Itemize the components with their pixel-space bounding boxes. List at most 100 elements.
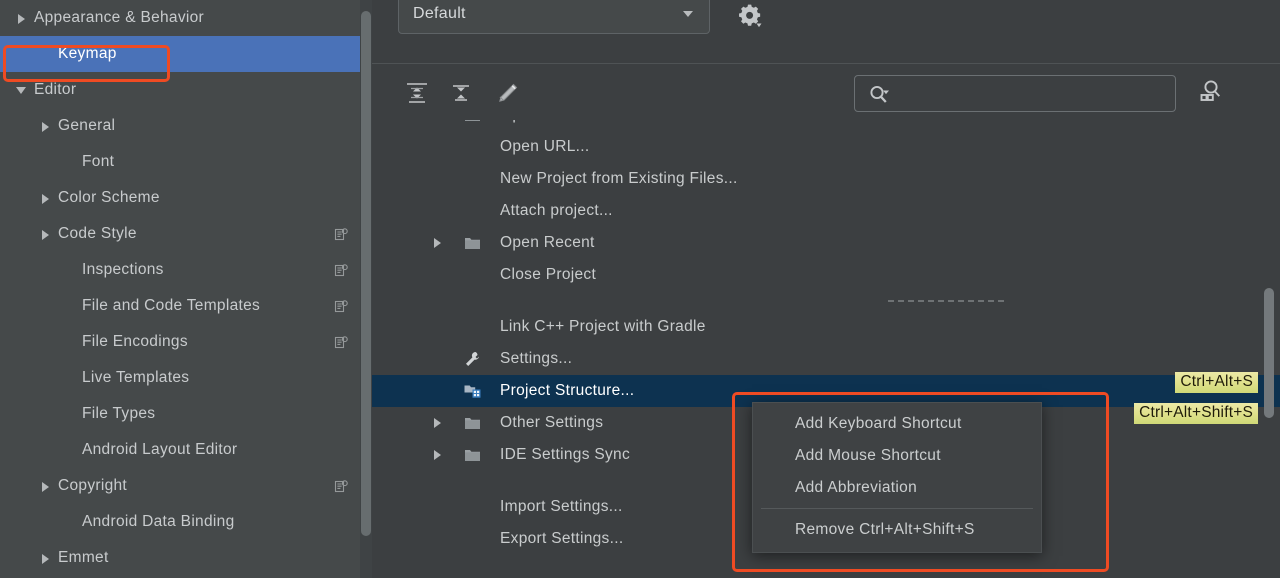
context-menu-item[interactable]: Add Keyboard Shortcut	[753, 408, 1041, 440]
keymap-scheme-bar: Default	[372, 0, 1280, 64]
action-tree-row[interactable]: Open URL...	[372, 131, 1280, 163]
shortcut-chip-project-structure: Ctrl+Alt+Shift+S	[1134, 403, 1258, 424]
action-tree-row-label: Close Project	[500, 266, 597, 283]
pencil-edit-icon[interactable]	[492, 78, 522, 108]
sidebar-item-label: Live Templates	[82, 369, 190, 386]
sidebar-item-appearance-behavior[interactable]: Appearance & Behavior	[0, 0, 372, 36]
chevron-right-icon[interactable]	[38, 550, 54, 566]
sidebar-item-general[interactable]: General	[0, 108, 372, 144]
context-menu-divider	[761, 508, 1033, 509]
action-tree-row-label: New Project from Existing Files...	[500, 170, 738, 187]
sidebar-item-inspections[interactable]: Inspections	[0, 252, 372, 288]
chevron-right-icon[interactable]	[38, 118, 54, 134]
keymap-scheme-select[interactable]: Default	[398, 0, 710, 34]
chevron-right-icon[interactable]	[38, 226, 54, 242]
sidebar-item-copyright[interactable]: Copyright	[0, 468, 372, 504]
action-tree-row-label: Open...	[500, 120, 553, 124]
sidebar-item-label: Android Data Binding	[82, 513, 235, 530]
action-tree-row-label: Open Recent	[500, 234, 595, 251]
configurable-settings-icon	[334, 299, 348, 313]
sidebar-scrollbar-track[interactable]	[360, 0, 372, 578]
action-tree-row-label: Export Settings...	[500, 530, 624, 547]
configurable-settings-icon	[334, 335, 348, 349]
action-tree-row-label: Project Structure...	[500, 382, 635, 399]
sidebar-item-android-layout-editor[interactable]: Android Layout Editor	[0, 432, 372, 468]
collapse-all-icon[interactable]	[446, 78, 476, 108]
chevron-right-icon[interactable]	[434, 450, 446, 462]
settings-dialog: Appearance & Behavior Keymap Editor General…	[0, 0, 1280, 578]
sidebar-item-label: Color Scheme	[58, 189, 160, 206]
context-menu-item[interactable]: Add Abbreviation	[753, 472, 1041, 504]
sidebar-scrollbar-thumb[interactable]	[361, 11, 371, 536]
sidebar-item-label: File and Code Templates	[82, 297, 261, 314]
context-menu-item[interactable]: Add Mouse Shortcut	[753, 440, 1041, 472]
action-tree-row[interactable]: New Project from Existing Files...	[372, 163, 1280, 195]
sidebar-item-file-encodings[interactable]: File Encodings	[0, 324, 372, 360]
sidebar-item-label: Android Layout Editor	[82, 441, 238, 458]
sidebar-item-label: Editor	[34, 81, 77, 98]
expand-all-icon[interactable]	[402, 78, 432, 108]
shortcut-chip-settings: Ctrl+Alt+S	[1175, 372, 1258, 393]
chevron-right-icon[interactable]	[38, 478, 54, 494]
sidebar-item-label: Copyright	[58, 477, 128, 494]
sidebar-item-editor[interactable]: Editor	[0, 72, 372, 108]
gear-icon[interactable]	[734, 2, 764, 32]
action-tree-row-label: IDE Settings Sync	[500, 446, 631, 463]
settings-categories-sidebar[interactable]: Appearance & Behavior Keymap Editor General…	[0, 0, 372, 578]
chevron-right-icon[interactable]	[14, 10, 30, 26]
sidebar-item-code-style[interactable]: Code Style	[0, 216, 372, 252]
sidebar-item-label: Font	[82, 153, 115, 170]
action-tree-row[interactable]: Attach project...	[372, 195, 1280, 227]
sidebar-item-file-types[interactable]: File Types	[0, 396, 372, 432]
folder-icon	[464, 415, 481, 431]
action-tree-row[interactable]: Open...	[372, 120, 1280, 131]
sidebar-item-android-data-binding[interactable]: Android Data Binding	[0, 504, 372, 540]
sidebar-item-label: Code Style	[58, 225, 137, 242]
find-actions-by-shortcut-icon[interactable]	[1196, 75, 1230, 109]
chevron-right-icon[interactable]	[434, 418, 446, 430]
chevron-right-icon[interactable]	[434, 238, 446, 250]
action-tree-row[interactable]: Open Recent	[372, 227, 1280, 259]
search-input-wrapper[interactable]	[854, 75, 1176, 112]
keymap-toolbar	[372, 63, 1280, 127]
search-input[interactable]	[899, 76, 1167, 111]
sidebar-item-emmet[interactable]: Emmet	[0, 540, 372, 576]
chevron-down-icon	[683, 11, 693, 17]
configurable-settings-icon	[334, 263, 348, 277]
chevron-down-icon[interactable]	[14, 82, 30, 98]
wrench-icon	[464, 351, 481, 367]
folder-icon	[464, 235, 481, 251]
context-menu-item[interactable]: Remove Ctrl+Alt+Shift+S	[753, 514, 1041, 546]
action-tree-row[interactable]: Link C++ Project with Gradle	[372, 311, 1280, 343]
action-tree-row-label: Import Settings...	[500, 498, 623, 515]
sidebar-item-keymap[interactable]: Keymap	[0, 36, 372, 72]
sidebar-item-label: Keymap	[58, 45, 117, 62]
sidebar-item-color-scheme[interactable]: Color Scheme	[0, 180, 372, 216]
action-tree-separator	[372, 291, 1280, 311]
sidebar-item-live-templates[interactable]: Live Templates	[0, 360, 372, 396]
sidebar-item-label: Emmet	[58, 549, 109, 566]
project-structure-icon	[464, 383, 481, 399]
action-tree-row[interactable]: Settings...	[372, 343, 1280, 375]
sidebar-item-label: General	[58, 117, 116, 134]
sidebar-item-font[interactable]: Font	[0, 144, 372, 180]
sidebar-item-label: File Encodings	[82, 333, 188, 350]
action-tree-row[interactable]: Close Project	[372, 259, 1280, 291]
folder-open-icon	[464, 120, 481, 123]
shortcut-context-menu[interactable]: Add Keyboard Shortcut Add Mouse Shortcut A…	[752, 402, 1042, 553]
action-tree-row-label: Settings...	[500, 350, 573, 367]
sidebar-item-file-and-code-templates[interactable]: File and Code Templates	[0, 288, 372, 324]
chevron-right-icon[interactable]	[38, 190, 54, 206]
sidebar-item-label: Appearance & Behavior	[34, 9, 205, 26]
action-tree-scrollbar-thumb[interactable]	[1264, 288, 1274, 418]
action-tree-row-label: Other Settings	[500, 414, 604, 431]
